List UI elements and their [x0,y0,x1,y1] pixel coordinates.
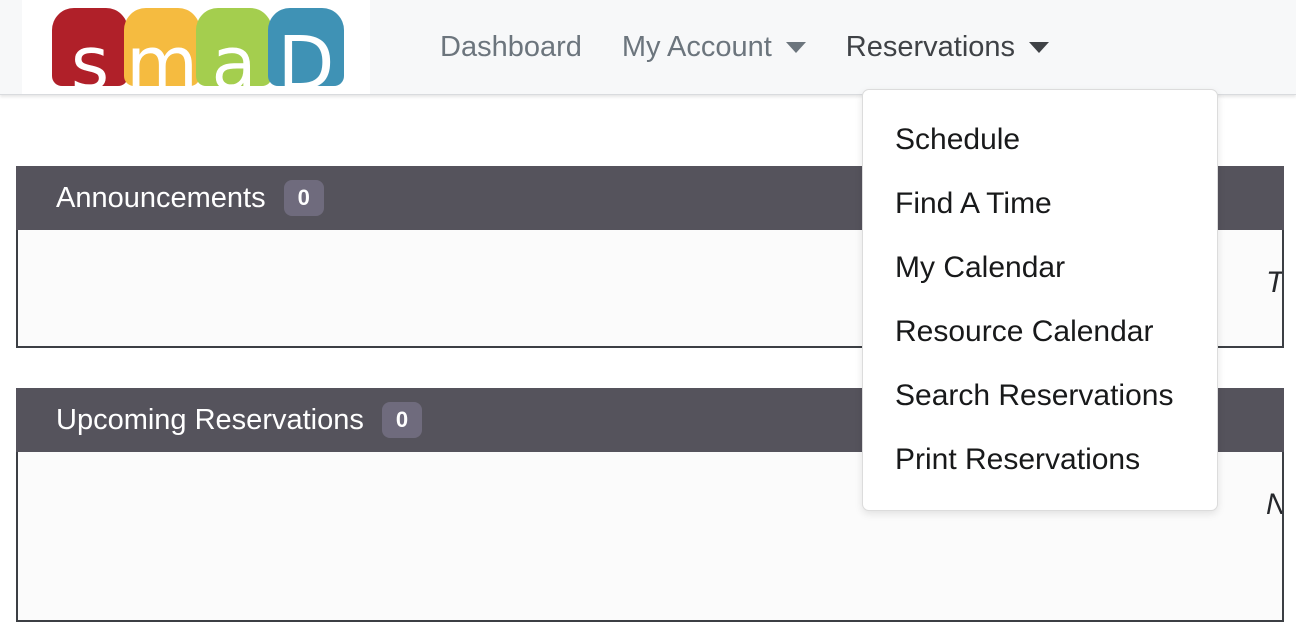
menu-item-search-reservations-label: Search Reservations [895,379,1174,412]
menu-item-resource-calendar-label: Resource Calendar [895,315,1154,348]
menu-item-my-calendar[interactable]: My Calendar [863,236,1217,300]
logo-letter-m: m [125,21,199,107]
logo-tile-s: s [52,8,128,107]
logo-letter-d: D [277,21,335,107]
menu-item-resource-calendar[interactable]: Resource Calendar [863,300,1217,364]
menu-item-find-a-time[interactable]: Find A Time [863,172,1217,236]
logo-letter-s: s [70,21,110,107]
nav-item-dashboard-label: Dashboard [440,31,582,63]
upcoming-reservations-title: Upcoming Reservations [56,403,364,436]
menu-item-schedule[interactable]: Schedule [863,108,1217,172]
top-navigation-bar: s m a D Dashboard My Account Reservation… [0,0,1296,107]
nav-item-reservations[interactable]: Reservations [826,0,1069,95]
nav-item-my-account-label: My Account [621,31,772,63]
nav-item-reservations-label: Reservations [845,31,1016,63]
logo-tile-m: m [124,8,200,107]
logo-tile-d: D [268,8,344,107]
menu-item-schedule-label: Schedule [895,123,1021,156]
chevron-down-icon [785,42,806,53]
brand-logo-link[interactable]: s m a D [22,0,370,107]
nav-item-dashboard[interactable]: Dashboard [420,0,602,95]
upcoming-reservations-empty-message: No upcoming reservations. [1266,488,1282,522]
logo-tile-a: a [196,8,272,107]
announcements-empty-message: There are no announcements. [1266,266,1284,299]
menu-item-find-a-time-label: Find A Time [895,187,1052,220]
smad-logo: s m a D [52,8,344,107]
announcements-title: Announcements [56,181,266,214]
reservations-dropdown-menu: Schedule Find A Time My Calendar Resourc… [862,89,1218,511]
nav-item-my-account[interactable]: My Account [602,0,826,95]
nav-links: Dashboard My Account Reservations [420,0,1069,95]
upcoming-reservations-count-badge: 0 [381,402,423,438]
logo-letter-a: a [211,21,257,107]
chevron-down-icon [1029,42,1050,53]
menu-item-print-reservations-label: Print Reservations [895,443,1141,476]
menu-item-search-reservations[interactable]: Search Reservations [863,364,1217,428]
menu-item-print-reservations[interactable]: Print Reservations [863,428,1217,492]
announcements-count-badge: 0 [283,180,324,216]
menu-item-my-calendar-label: My Calendar [895,251,1066,284]
